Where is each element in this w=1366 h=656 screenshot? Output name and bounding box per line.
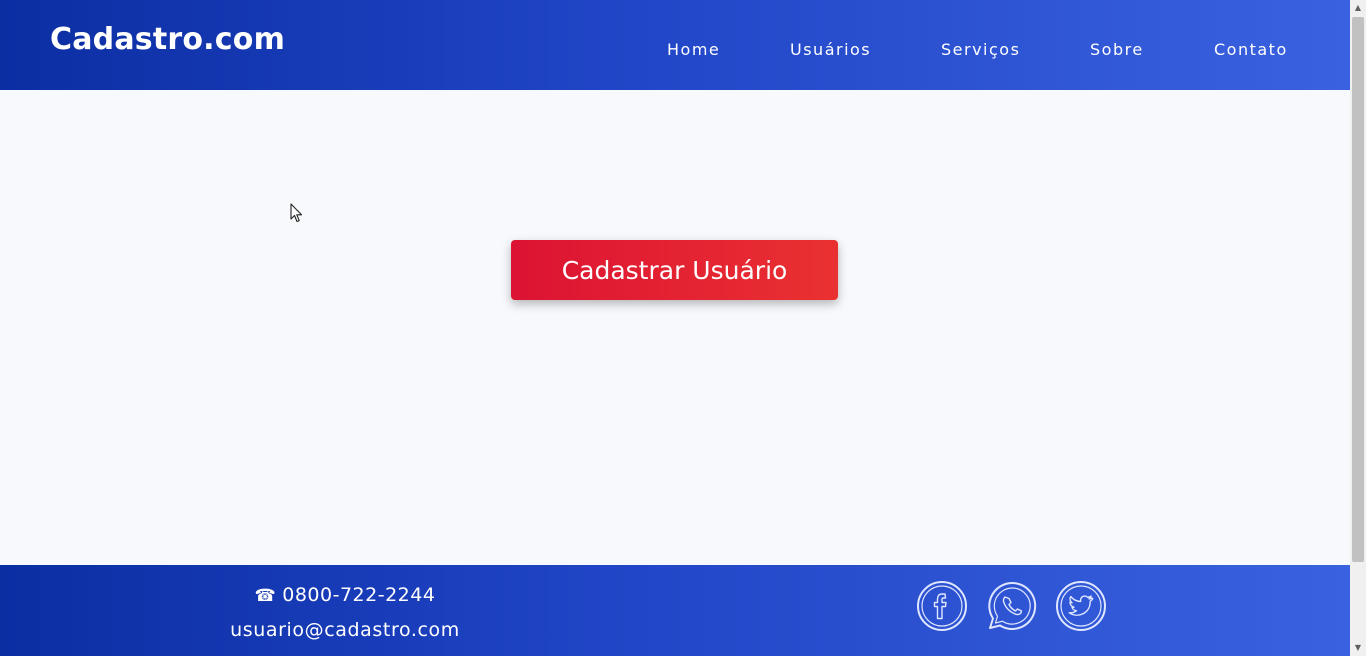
facebook-icon[interactable] [916, 580, 968, 632]
scroll-down-arrow-icon[interactable]: ▼ [1350, 640, 1366, 656]
nav-menu: Home Usuários Serviços Sobre Contato [0, 40, 1350, 62]
nav-link-sobre[interactable]: Sobre [1090, 40, 1144, 59]
footer-email[interactable]: usuario@cadastro.com [0, 619, 690, 641]
twitter-icon[interactable] [1055, 580, 1107, 632]
footer-phone: ☎ 0800-722-2244 [0, 584, 690, 606]
nav-link-home[interactable]: Home [667, 40, 720, 59]
nav-link-contato[interactable]: Contato [1214, 40, 1288, 59]
mouse-cursor-icon [290, 203, 303, 223]
telephone-icon: ☎ [254, 586, 277, 606]
main-content [0, 90, 1350, 565]
nav-link-servicos[interactable]: Serviços [941, 40, 1020, 59]
phone-number: 0800-722-2244 [282, 584, 436, 606]
scrollbar-thumb[interactable] [1352, 17, 1364, 562]
scroll-up-arrow-icon[interactable]: ▲ [1350, 0, 1366, 16]
footer: ☎ 0800-722-2244 usuario@cadastro.com [0, 565, 1350, 656]
whatsapp-icon[interactable] [986, 580, 1038, 632]
register-user-button[interactable]: Cadastrar Usuário [511, 240, 838, 300]
nav-link-usuarios[interactable]: Usuários [790, 40, 871, 59]
top-navbar: Cadastro.com Home Usuários Serviços Sobr… [0, 0, 1350, 90]
